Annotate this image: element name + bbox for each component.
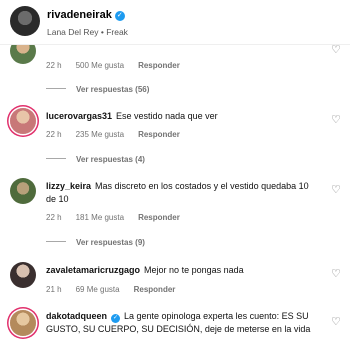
verified-badge-icon: ✓ bbox=[114, 11, 125, 21]
heart-icon[interactable]: ♡ bbox=[331, 184, 343, 196]
comment-meta: 22 h 181 Me gusta Responder bbox=[46, 213, 194, 222]
comment-time: 22 h bbox=[46, 61, 62, 70]
view-replies-button[interactable]: Ver respuestas (9) bbox=[46, 238, 145, 247]
comment-likes[interactable]: 235 Me gusta bbox=[76, 130, 124, 139]
view-replies-button[interactable]: Ver respuestas (4) bbox=[46, 155, 145, 164]
replies-line bbox=[46, 241, 66, 242]
heart-icon[interactable]: ♡ bbox=[331, 268, 343, 280]
comment-text: lizzy_keira Mas discreto en los costados … bbox=[46, 180, 321, 206]
comment-time: 21 h bbox=[46, 285, 62, 294]
comment-text: dakotadqueen ✓ La gente opinologa experta … bbox=[46, 310, 324, 336]
author-username[interactable]: rivadeneirak ✓ bbox=[47, 9, 125, 21]
comment-meta: 21 h 69 Me gusta Responder bbox=[46, 285, 189, 294]
comment-body: Mejor no te pongas nada bbox=[144, 265, 244, 275]
comment-time: 22 h bbox=[46, 213, 62, 222]
verified-badge-icon: ✓ bbox=[111, 314, 121, 323]
comment-meta: 22 h 500 Me gusta Responder bbox=[46, 61, 194, 70]
commenter-username[interactable]: zavaletamaricruzgago bbox=[46, 265, 140, 275]
comment-body: Ese vestido nada que ver bbox=[116, 111, 218, 121]
header-divider bbox=[0, 44, 350, 45]
replies-line bbox=[46, 158, 66, 159]
reply-button[interactable]: Responder bbox=[138, 61, 180, 70]
comment-likes[interactable]: 69 Me gusta bbox=[76, 285, 120, 294]
reply-button[interactable]: Responder bbox=[138, 213, 180, 222]
comment-text: zavaletamaricruzgago Mejor no te pongas n… bbox=[46, 264, 316, 277]
audio-subtitle[interactable]: Lana Del Rey • Freak bbox=[47, 27, 128, 37]
commenter-username[interactable]: lucerovargas31 bbox=[46, 111, 112, 121]
author-avatar[interactable] bbox=[10, 6, 40, 36]
comment-time: 22 h bbox=[46, 130, 62, 139]
reply-button[interactable]: Responder bbox=[134, 285, 176, 294]
view-replies-button[interactable]: Ver respuestas (56) bbox=[46, 85, 149, 94]
post-header: rivadeneirak ✓ Lana Del Rey • Freak bbox=[0, 0, 350, 44]
commenter-avatar[interactable] bbox=[10, 262, 36, 288]
heart-icon[interactable]: ♡ bbox=[331, 44, 343, 56]
replies-line bbox=[46, 88, 66, 89]
comment-text: lucerovargas31 Ese vestido nada que ver bbox=[46, 110, 316, 123]
comment-likes[interactable]: 500 Me gusta bbox=[76, 61, 124, 70]
reply-button[interactable]: Responder bbox=[138, 130, 180, 139]
commenter-avatar[interactable] bbox=[10, 310, 36, 336]
commenter-username[interactable]: dakotadqueen bbox=[46, 311, 107, 321]
commenter-username[interactable]: lizzy_keira bbox=[46, 181, 91, 191]
comment-meta: 22 h 235 Me gusta Responder bbox=[46, 130, 194, 139]
commenter-avatar[interactable] bbox=[10, 178, 36, 204]
commenter-avatar[interactable] bbox=[10, 108, 36, 134]
comment-likes[interactable]: 181 Me gusta bbox=[76, 213, 124, 222]
heart-icon[interactable]: ♡ bbox=[331, 114, 343, 126]
heart-icon[interactable]: ♡ bbox=[331, 316, 343, 328]
